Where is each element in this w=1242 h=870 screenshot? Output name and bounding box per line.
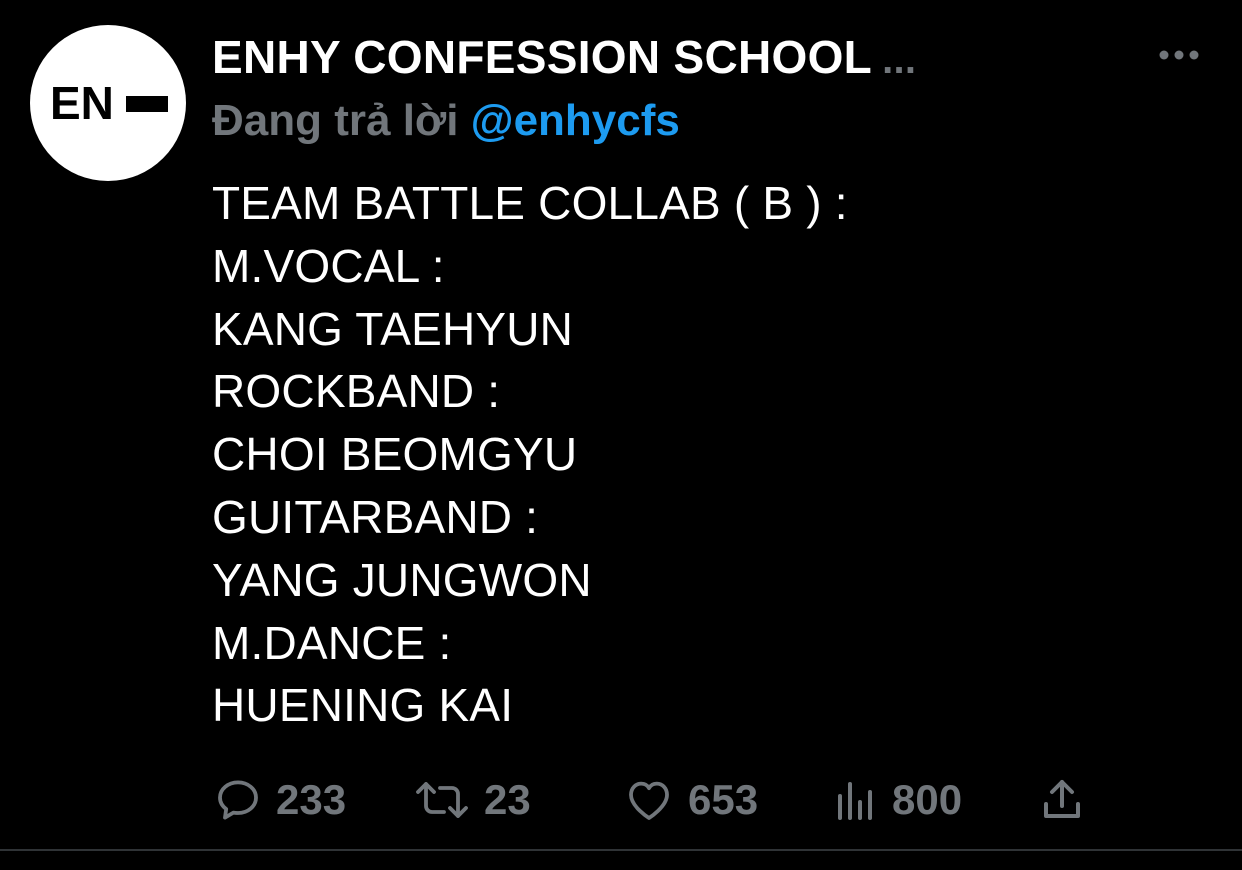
tweet-line: KANG TAEHYUN [212, 302, 574, 355]
reply-prefix: Đang trả lời [212, 96, 459, 145]
action-bar: 233 23 653 800 [0, 770, 1242, 830]
views-button[interactable]: 800 [834, 770, 962, 830]
views-count: 800 [892, 776, 963, 823]
tweet-line: CHOI BEOMGYU [212, 428, 578, 481]
tweet-line: M.DANCE : [212, 616, 452, 669]
like-count: 653 [688, 776, 759, 823]
reply-icon [218, 780, 258, 820]
retweet-button[interactable]: 23 [414, 770, 531, 830]
more-icon [1159, 50, 1199, 60]
tweet-header: ENHY CONFESSION SCHOOL... Đang trả lời @… [212, 28, 1092, 149]
tweet-line: HUENING KAI [212, 679, 514, 732]
replying-to: Đang trả lời @enhycfs [212, 93, 1092, 149]
share-icon [1044, 780, 1080, 818]
reply-button[interactable]: 233 [214, 770, 346, 830]
reply-count: 233 [276, 776, 347, 823]
en-logo-icon: EN [50, 77, 168, 129]
like-icon [629, 781, 669, 820]
avatar[interactable]: EN [30, 25, 186, 181]
tweet[interactable]: EN ENHY CONFESSION SCHOOL... Đang trả lờ… [0, 0, 1242, 850]
tweet-line: TEAM BATTLE COLLAB ( B ) : [212, 177, 848, 229]
name-ellipsis: ... [882, 38, 917, 82]
author-name-row[interactable]: ENHY CONFESSION SCHOOL... [212, 28, 1092, 89]
tweet-line: M.VOCAL : [212, 239, 445, 292]
more-button[interactable] [1156, 40, 1202, 70]
views-icon [838, 782, 872, 820]
like-button[interactable]: 653 [624, 770, 758, 830]
author-name[interactable]: ENHY CONFESSION SCHOOL [212, 31, 872, 83]
tweet-text: TEAM BATTLE COLLAB ( B ) : M.VOCAL : KAN… [212, 172, 1192, 737]
retweet-icon [416, 782, 468, 818]
tweet-line: GUITARBAND : [212, 490, 539, 543]
tweet-line: ROCKBAND : [212, 365, 501, 418]
tweet-line: YANG JUNGWON [212, 553, 592, 606]
retweet-count: 23 [484, 776, 531, 823]
divider [0, 849, 1242, 851]
avatar-text: EN [50, 77, 114, 129]
share-button[interactable] [1040, 770, 1084, 830]
reply-handle-link[interactable]: @enhycfs [471, 96, 680, 145]
